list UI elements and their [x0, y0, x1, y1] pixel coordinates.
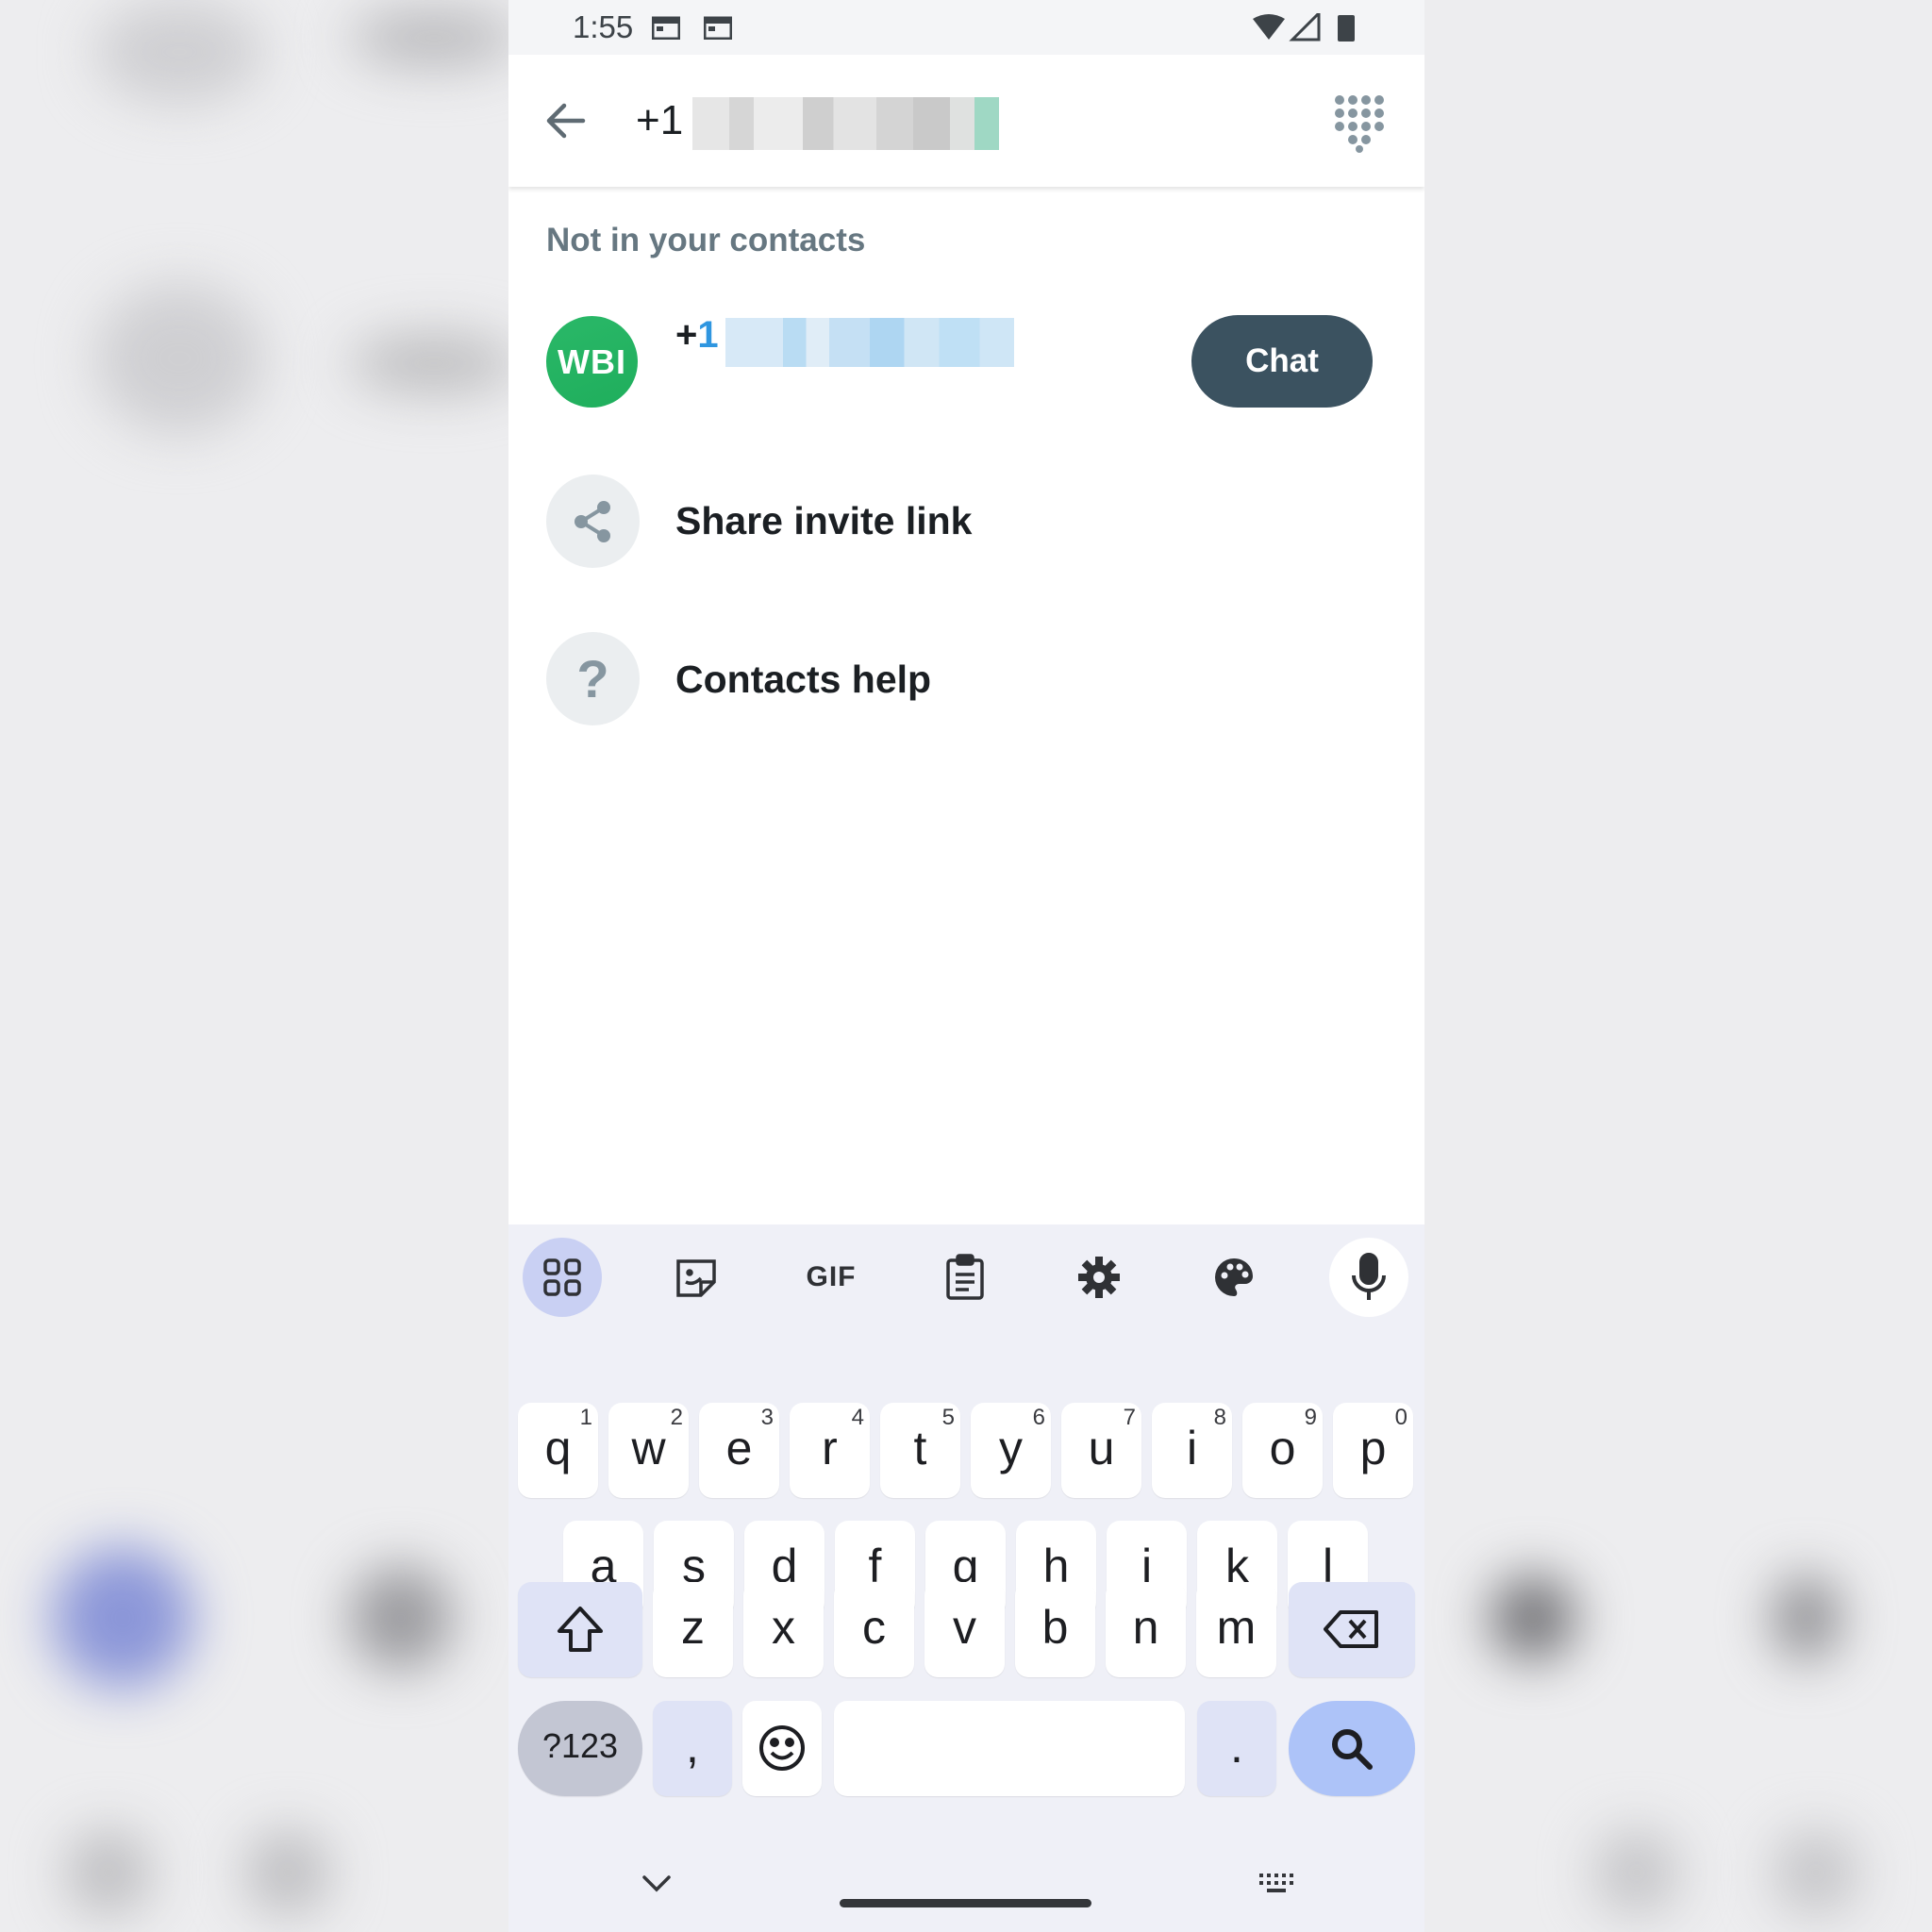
wifi-icon — [1253, 14, 1285, 40]
key-label: u — [1088, 1422, 1115, 1474]
key-number-hint: 5 — [941, 1405, 955, 1430]
period-key[interactable]: . — [1197, 1701, 1276, 1796]
space-key[interactable] — [834, 1701, 1185, 1796]
key-y[interactable]: y6 — [971, 1403, 1051, 1498]
shift-key[interactable] — [518, 1582, 642, 1677]
key-x[interactable]: x — [743, 1582, 824, 1677]
key-label: t — [913, 1422, 927, 1474]
sticker-icon[interactable] — [657, 1238, 736, 1317]
background-blur — [349, 9, 519, 66]
microphone-icon[interactable] — [1329, 1238, 1408, 1317]
key-label: i — [1186, 1422, 1198, 1474]
key-b[interactable]: b — [1015, 1582, 1095, 1677]
key-number-hint: 4 — [851, 1405, 864, 1430]
settings-icon[interactable] — [1059, 1238, 1139, 1317]
key-o[interactable]: o9 — [1242, 1403, 1323, 1498]
background-blur — [52, 1547, 193, 1689]
calendar-icon — [704, 16, 732, 40]
comma-key[interactable]: , — [653, 1701, 732, 1796]
key-number-hint: 7 — [1123, 1405, 1136, 1430]
status-bar: 1:55 — [508, 0, 1424, 55]
key-label: o — [1269, 1422, 1296, 1474]
key-number-hint: 8 — [1213, 1405, 1226, 1430]
chat-button[interactable]: Chat — [1191, 315, 1373, 408]
calendar-icon — [652, 16, 680, 40]
key-number-hint: 0 — [1394, 1405, 1407, 1430]
help-icon: ? — [546, 632, 640, 725]
key-e[interactable]: e3 — [699, 1403, 779, 1498]
key-number-hint: 9 — [1304, 1405, 1317, 1430]
key-z[interactable]: z — [653, 1582, 733, 1677]
backspace-key[interactable] — [1289, 1582, 1415, 1677]
phone-screen: 1:55 +1 Not in your contacts WBI +1 Chat… — [508, 0, 1424, 1932]
key-v[interactable]: v — [924, 1582, 1005, 1677]
share-icon — [546, 475, 640, 568]
hide-keyboard-chevron-icon[interactable] — [641, 1874, 673, 1894]
contact-number: +1 — [675, 314, 719, 357]
background-blur — [349, 1566, 453, 1670]
keyboard-switch-icon[interactable] — [1257, 1872, 1297, 1896]
redacted-number — [692, 97, 999, 150]
key-i[interactable]: i8 — [1152, 1403, 1232, 1498]
palette-icon[interactable] — [1194, 1238, 1274, 1317]
background-blur — [94, 0, 264, 104]
key-p[interactable]: p0 — [1333, 1403, 1413, 1498]
contacts-help-label: Contacts help — [675, 658, 932, 701]
arrow-left-icon[interactable] — [540, 94, 592, 147]
background-blur — [66, 1830, 151, 1915]
dialpad-icon[interactable] — [1330, 92, 1387, 153]
background-blur — [1491, 1575, 1575, 1660]
number-country-code: 1 — [697, 314, 719, 356]
key-label: w — [631, 1422, 666, 1474]
emoji-key[interactable] — [742, 1701, 822, 1796]
key-label: e — [725, 1422, 753, 1474]
key-t[interactable]: t5 — [880, 1403, 960, 1498]
key-q[interactable]: q1 — [518, 1403, 598, 1498]
key-n[interactable]: n — [1106, 1582, 1186, 1677]
gif-button[interactable]: GIF — [791, 1238, 871, 1317]
background-blur — [1774, 1575, 1840, 1660]
symbols-key[interactable]: ?123 — [518, 1701, 642, 1796]
on-screen-keyboard: GIF q 1 w 2 e 3 r 4 t 5 y 6 u 7 i 8 o 9 … — [508, 1224, 1424, 1932]
key-number-hint: 6 — [1032, 1405, 1045, 1430]
redacted-contact-number — [725, 318, 1014, 367]
signal-icon — [1289, 13, 1321, 42]
battery-icon — [1338, 15, 1355, 42]
key-u[interactable]: u7 — [1061, 1403, 1141, 1498]
key-number-hint: 2 — [670, 1405, 683, 1430]
key-label: y — [999, 1422, 1023, 1474]
background-blur — [245, 1830, 330, 1915]
key-w[interactable]: w2 — [608, 1403, 689, 1498]
clipboard-icon[interactable] — [925, 1238, 1005, 1317]
background-blur — [1774, 1830, 1858, 1915]
apps-grid-icon[interactable] — [523, 1238, 602, 1317]
system-status-icons — [1253, 13, 1355, 42]
navigation-handle[interactable] — [840, 1899, 1091, 1907]
avatar: WBI — [546, 316, 638, 408]
search-key[interactable] — [1289, 1701, 1415, 1796]
search-app-bar — [508, 55, 1424, 187]
key-label: q — [544, 1422, 572, 1474]
background-blur — [94, 283, 264, 434]
key-m[interactable]: m — [1196, 1582, 1276, 1677]
key-number-hint: 1 — [579, 1405, 592, 1430]
key-label: p — [1359, 1422, 1387, 1474]
share-invite-link-label: Share invite link — [675, 499, 973, 542]
key-number-hint: 3 — [760, 1405, 774, 1430]
key-label: r — [822, 1422, 838, 1474]
section-header: Not in your contacts — [546, 222, 866, 258]
key-r[interactable]: r4 — [790, 1403, 870, 1498]
key-c[interactable]: c — [834, 1582, 914, 1677]
number-plus: + — [675, 314, 698, 356]
background-blur — [349, 335, 519, 391]
status-time: 1:55 — [573, 9, 634, 44]
background-blur — [1594, 1830, 1679, 1915]
